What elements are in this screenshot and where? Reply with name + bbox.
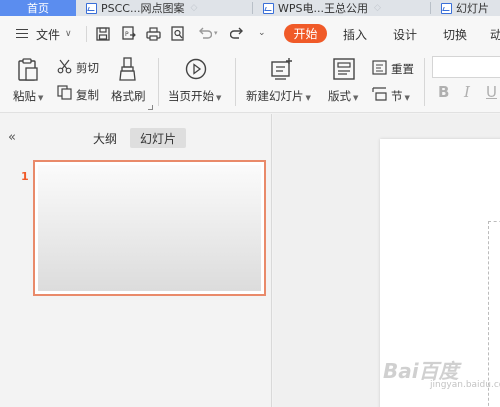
collapse-panel-icon[interactable]: « <box>8 130 16 145</box>
tab-design[interactable]: 设计 <box>393 26 417 42</box>
tab-divider <box>252 2 253 14</box>
bold-button[interactable]: B <box>438 83 449 101</box>
underline-button[interactable]: U <box>486 83 497 101</box>
document-tab-bar: 首页 PSCC...网点图案 ◇ WPS电...王总公用 ◇ 幻灯片 <box>0 0 500 16</box>
tab-document-3-label: 幻灯片 <box>456 2 489 15</box>
reset-label: 重置 <box>391 62 414 76</box>
paste-label: 粘贴 <box>13 89 36 103</box>
scissors-icon <box>57 59 72 77</box>
layout-button[interactable]: 版式 ▼ <box>328 88 358 104</box>
new-slide-label: 新建幻灯片 <box>246 89 304 103</box>
chevron-down-icon: ▼ <box>404 94 410 102</box>
undo-icon[interactable] <box>195 25 213 42</box>
section-button[interactable]: 节 ▼ <box>391 88 410 104</box>
cut-label: 剪切 <box>76 61 99 75</box>
divider <box>158 58 159 106</box>
file-menu-label: 文件 <box>36 27 61 42</box>
chevron-down-icon: ▼ <box>38 94 44 102</box>
save-icon[interactable] <box>94 25 112 42</box>
tab-transition[interactable]: 切换 <box>443 26 467 42</box>
font-name-input[interactable] <box>432 56 500 78</box>
divider <box>235 58 236 106</box>
svg-text:P: P <box>125 31 129 38</box>
menu-bar: 文件 ∨ P ▾ ⌄ 开始 插入 设计 切换 动 <box>0 16 500 51</box>
chevron-down-icon: ▼ <box>353 94 359 102</box>
chevron-down-icon: ▼ <box>216 94 222 102</box>
tab-home[interactable]: 首页 <box>0 0 76 16</box>
divider <box>424 58 425 106</box>
tab-document-2-label: WPS电...王总公用 <box>278 2 368 15</box>
slide-thumbnail-preview <box>38 165 261 291</box>
tab-design-label: 设计 <box>393 27 418 42</box>
tab-animation[interactable]: 动 <box>490 26 500 42</box>
layout-icon <box>333 58 355 83</box>
file-menu[interactable]: 文件 ∨ <box>36 26 72 42</box>
slide-thumbnail[interactable] <box>33 160 266 296</box>
new-slide-button[interactable]: 新建幻灯片 ▼ <box>246 88 311 104</box>
slide-number: 1 <box>21 170 29 183</box>
pin-icon[interactable]: ◇ <box>190 3 197 13</box>
pin-icon[interactable]: ◇ <box>374 3 381 13</box>
tab-animation-label: 动 <box>490 27 500 42</box>
tab-divider <box>430 2 431 14</box>
tab-start[interactable]: 开始 <box>284 24 327 43</box>
tab-document-1-label: PSCC...网点图案 <box>101 2 185 15</box>
wps-doc-icon <box>263 2 274 14</box>
reset-icon <box>372 60 387 78</box>
tab-document-3[interactable]: 幻灯片 <box>441 0 489 16</box>
brush-icon <box>119 57 137 85</box>
copy-button[interactable]: 复制 <box>76 87 99 103</box>
copy-label: 复制 <box>76 88 99 102</box>
format-painter-label: 格式刷 <box>111 89 146 103</box>
clipboard-expand-icon[interactable] <box>148 105 153 110</box>
paste-button[interactable]: 粘贴 ▼ <box>13 88 43 104</box>
wps-doc-icon <box>441 2 452 14</box>
redo-icon[interactable] <box>228 25 246 42</box>
tab-document-1[interactable]: PSCC...网点图案 ◇ <box>86 0 197 16</box>
customize-toolbar-icon[interactable]: ⌄ <box>258 28 266 38</box>
wps-doc-icon <box>86 2 97 14</box>
tab-outline[interactable]: 大纲 <box>93 130 117 147</box>
print-icon[interactable] <box>144 25 162 42</box>
tab-slides-label: 幻灯片 <box>139 131 176 146</box>
tab-insert[interactable]: 插入 <box>343 26 367 42</box>
italic-button[interactable]: I <box>464 83 470 101</box>
reset-button[interactable]: 重置 <box>391 61 414 77</box>
menu-icon[interactable] <box>16 29 28 38</box>
chevron-down-icon: ∨ <box>65 29 72 39</box>
new-slide-icon <box>270 57 294 84</box>
cut-button[interactable]: 剪切 <box>76 60 99 76</box>
paste-icon[interactable] <box>17 58 39 85</box>
print-preview-icon[interactable] <box>169 25 187 42</box>
undo-dropdown-icon[interactable]: ▾ <box>214 29 218 37</box>
layout-label: 版式 <box>328 89 351 103</box>
divider <box>86 26 87 42</box>
tab-slides[interactable]: 幻灯片 <box>130 128 186 148</box>
tab-transition-label: 切换 <box>443 27 468 42</box>
tab-home-label: 首页 <box>27 2 49 15</box>
tab-insert-label: 插入 <box>343 27 368 42</box>
play-from-current-button[interactable]: 当页开始 ▼ <box>168 88 221 104</box>
play-icon <box>185 58 207 83</box>
chevron-down-icon: ▼ <box>305 94 311 102</box>
copy-icon <box>57 85 72 103</box>
tab-document-2[interactable]: WPS电...王总公用 ◇ <box>263 0 381 16</box>
tab-start-label: 开始 <box>293 27 318 41</box>
section-label: 节 <box>391 89 403 103</box>
format-painter-button[interactable]: 格式刷 <box>111 88 146 104</box>
section-icon <box>372 86 387 104</box>
play-from-current-label: 当页开始 <box>168 89 214 103</box>
watermark-url: jingyan.baidu.com <box>430 380 500 390</box>
export-pdf-icon[interactable]: P <box>119 25 137 42</box>
